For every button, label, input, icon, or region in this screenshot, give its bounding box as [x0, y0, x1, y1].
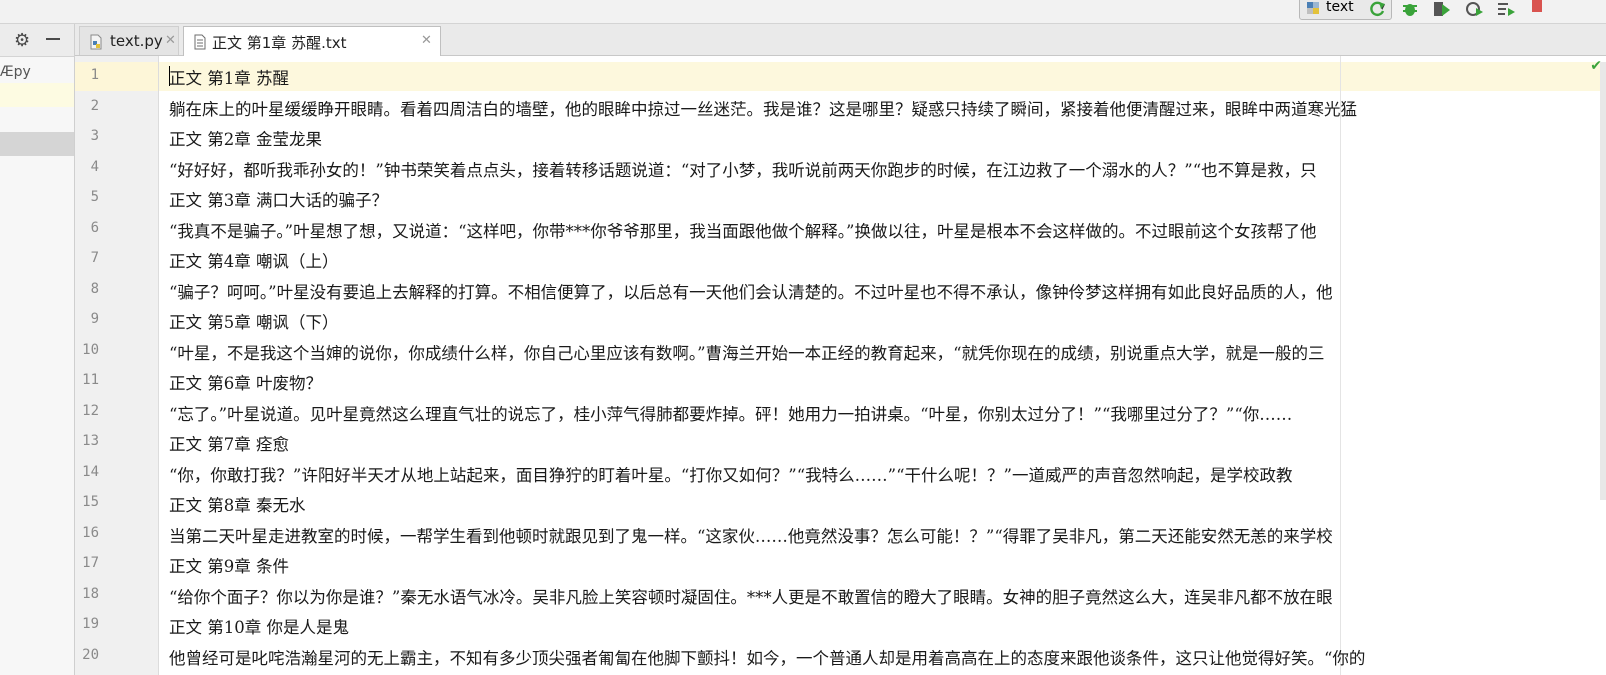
line-number: 18 [82, 585, 99, 602]
tab-label: text.py [110, 32, 163, 50]
text-caret [169, 66, 170, 86]
text-editor[interactable]: 1 正文 第1章 苏醒 2 躺在床上的叶星缓缓睁开眼睛。看着四周洁白的墙壁，他的眼眸中… [75, 56, 1606, 675]
line-number: 4 [90, 158, 99, 175]
line-number: 14 [82, 463, 99, 480]
editor-line[interactable]: “忘了。”叶星说道。见叶星竟然这么理直气壮的说忘了，桂小萍气得肺都要炸掉。砰！她… [169, 401, 1292, 425]
text-file-icon [194, 34, 206, 50]
editor-line[interactable]: 正文 第1章 苏醒 [169, 65, 289, 89]
line-number: 11 [82, 372, 99, 388]
project-panel: ⚙ Æpy [0, 24, 75, 675]
editor-line[interactable]: “我真不是骗子。”叶星想了想，又说道：“这样吧，你带***你爷爷那里，我当面跟他… [169, 218, 1317, 242]
editor-scrollbar[interactable] [1600, 62, 1606, 500]
line-number: 13 [82, 433, 99, 449]
editor-tab-bar: text.py ✕ 正文 第1章 苏醒.txt ✕ [75, 24, 1606, 56]
editor-line[interactable]: “你，你敢打我？”许阳好半天才从地上站起来，面目狰狞的盯着叶星。“打你又如何？”… [169, 462, 1292, 486]
line-number: 12 [82, 402, 99, 419]
editor-line[interactable]: “好好好，都听我乖孙女的！”钟书荣笑着点点头，接着转移话题说道：“对了小梦，我听… [169, 157, 1317, 181]
line-number-gutter [75, 56, 159, 675]
project-tree-selection [0, 83, 74, 107]
editor-line[interactable]: 正文 第2章 金莹龙果 [169, 126, 322, 150]
line-number: 8 [90, 280, 99, 297]
gear-icon[interactable]: ⚙ [14, 30, 30, 51]
stop-icon[interactable] [1528, 0, 1548, 18]
line-number: 16 [82, 524, 99, 541]
editor-line[interactable]: “给你个面子？你以为你是谁？”秦无水语气冰冷。吴非凡脸上笑容顿时凝固住。***人… [169, 584, 1333, 608]
editor-line[interactable]: 正文 第4章 嘲讽（上） [169, 248, 339, 272]
debug-icon[interactable] [1400, 0, 1420, 18]
line-number: 9 [90, 311, 99, 327]
concurrency-icon[interactable] [1496, 0, 1516, 18]
editor-line[interactable]: 正文 第6章 叶废物？ [169, 370, 322, 394]
line-number: 6 [90, 219, 99, 236]
main-toolbar: text ▾ [0, 0, 1606, 24]
line-number: 7 [90, 250, 99, 266]
close-icon[interactable]: ✕ [421, 33, 432, 48]
editor-line[interactable]: 正文 第7章 痊愈 [169, 431, 289, 455]
line-number: 10 [82, 341, 99, 358]
right-margin-guide [1340, 56, 1341, 675]
collapse-icon[interactable] [46, 38, 60, 40]
project-panel-header: ⚙ [0, 24, 74, 57]
editor-line[interactable]: “叶星，不是我这个当婶的说你，你成绩什么样，你自己心里应该有数啊。”曹海兰开始一… [169, 340, 1325, 364]
python-config-icon [1307, 2, 1319, 14]
editor-line[interactable]: 正文 第10章 你是人是鬼 [169, 614, 349, 638]
run-configuration-label: text [1326, 0, 1354, 15]
profile-icon[interactable] [1464, 0, 1484, 18]
editor-line[interactable]: 正文 第5章 嘲讽（下） [169, 309, 339, 333]
line-number: 19 [82, 616, 99, 632]
python-file-icon [90, 34, 102, 50]
editor-line[interactable]: 躺在床上的叶星缓缓睁开眼睛。看着四周洁白的墙壁，他的眼眸中掠过一丝迷茫。我是谁？… [169, 96, 1357, 120]
editor-line[interactable]: 他曾经可是叱咤浩瀚星河的无上霸主，不知有多少顶尖强者匍匐在他脚下颤抖！如今，一个… [169, 645, 1365, 669]
tab-label: 正文 第1章 苏醒.txt [212, 34, 347, 52]
current-line-highlight [159, 62, 1606, 91]
line-number: 1 [90, 67, 99, 83]
tab-text-py[interactable]: text.py ✕ [79, 26, 179, 55]
rerun-icon[interactable] [1368, 0, 1388, 18]
line-number: 3 [90, 128, 99, 144]
line-number: 17 [82, 555, 99, 571]
tab-chapter-txt[interactable]: 正文 第1章 苏醒.txt ✕ [183, 26, 441, 56]
editor-line[interactable]: “骗子？呵呵。”叶星没有要追上去解释的打算。不相信便算了，以后总有一天他们会认清… [169, 279, 1333, 303]
editor-line[interactable]: 当第二天叶星走进教室的时候，一帮学生看到他顿时就跟见到了鬼一样。“这家伙……他竟… [169, 523, 1333, 547]
line-number: 5 [90, 189, 99, 205]
line-number: 15 [82, 494, 99, 510]
line-number: 20 [82, 646, 99, 663]
project-tree-file-label[interactable]: Æpy [0, 64, 31, 80]
close-icon[interactable]: ✕ [165, 33, 176, 48]
coverage-icon[interactable] [1432, 0, 1452, 18]
editor-line[interactable]: 正文 第8章 秦无水 [169, 492, 306, 516]
editor-line[interactable]: 正文 第9章 条件 [169, 553, 289, 577]
editor-line[interactable]: 正文 第3章 满口大话的骗子？ [169, 187, 388, 211]
line-number: 2 [90, 97, 99, 114]
project-tree-item[interactable] [0, 132, 74, 156]
